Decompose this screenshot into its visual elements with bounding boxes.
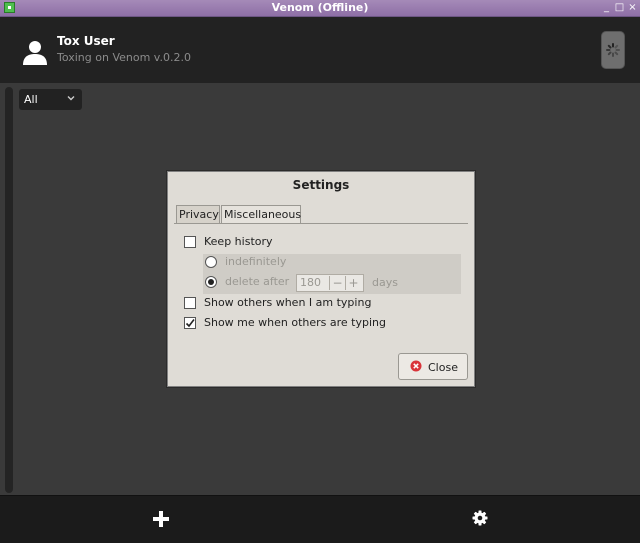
history-days-stepper[interactable]: 180 − + (296, 274, 364, 292)
settings-dialog: Settings Privacy Miscellaneous Keep hist… (167, 171, 475, 387)
close-window-button[interactable]: × (627, 2, 638, 13)
status-message[interactable]: Toxing on Venom v.0.2.0 (57, 51, 191, 64)
history-days-value[interactable]: 180 (300, 276, 321, 289)
keep-history-label[interactable]: Keep history (204, 235, 273, 248)
delete-after-radio[interactable] (205, 276, 217, 288)
dialog-title: Settings (292, 178, 350, 192)
spinner-icon (606, 43, 620, 57)
contact-list-scrollbar[interactable] (5, 87, 13, 493)
keep-history-checkbox[interactable] (184, 236, 196, 248)
indefinitely-label[interactable]: indefinitely (225, 255, 286, 268)
status-button[interactable] (601, 31, 625, 69)
bottom-toolbar (0, 495, 640, 543)
decrement-button[interactable]: − (329, 276, 345, 290)
gear-icon[interactable] (470, 508, 490, 528)
typing-out-checkbox[interactable] (184, 297, 196, 309)
close-button[interactable]: Close (398, 353, 468, 380)
user-icon[interactable] (22, 39, 48, 65)
user-header: Tox User Toxing on Venom v.0.2.0 (0, 17, 640, 83)
username[interactable]: Tox User (57, 34, 115, 48)
delete-after-label[interactable]: delete after (225, 275, 289, 288)
days-unit-label: days (372, 276, 398, 289)
typing-out-label[interactable]: Show others when I am typing (204, 296, 371, 309)
minimize-button[interactable]: _ (601, 2, 612, 13)
increment-button[interactable]: + (345, 276, 361, 290)
chevron-down-icon (67, 96, 75, 101)
close-button-label: Close (428, 361, 458, 374)
typing-in-checkbox[interactable] (184, 317, 196, 329)
tab-privacy[interactable]: Privacy (176, 205, 220, 224)
maximize-button[interactable]: □ (614, 2, 625, 13)
typing-in-label[interactable]: Show me when others are typing (204, 316, 386, 329)
filter-value: All (24, 93, 38, 106)
tab-miscellaneous[interactable]: Miscellaneous (221, 205, 301, 224)
close-circle-icon (410, 360, 422, 372)
add-icon[interactable] (150, 508, 172, 530)
indefinitely-radio[interactable] (205, 256, 217, 268)
title-bar: Venom (Offline) _ □ × (0, 0, 640, 17)
main-window: Venom (Offline) _ □ × Tox User Toxing on… (0, 0, 640, 543)
checkmark-icon (185, 319, 195, 328)
window-title: Venom (Offline) (271, 1, 369, 14)
contact-filter-dropdown[interactable]: All (19, 89, 82, 110)
